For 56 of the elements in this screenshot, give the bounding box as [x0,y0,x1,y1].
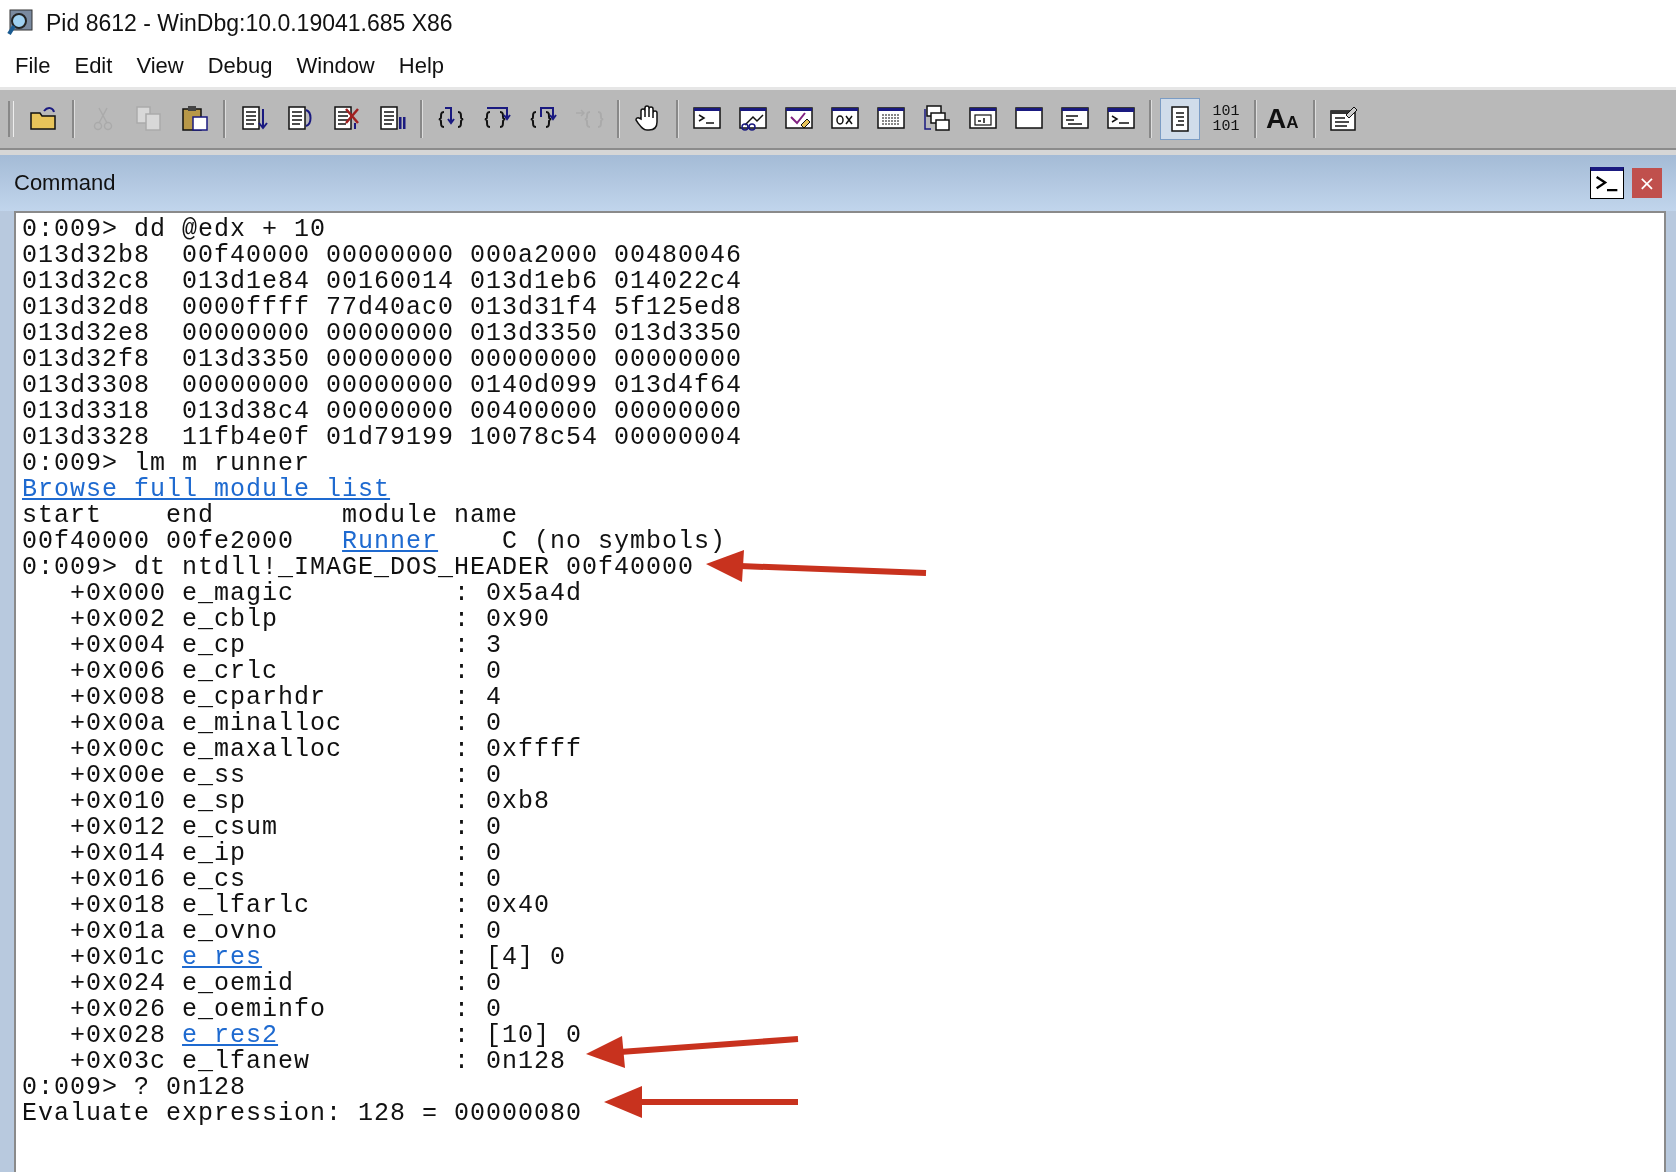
console-line: start end module name [22,503,519,529]
console-text: 00f40000 00fe2000 [22,529,295,555]
console-line: +0x012 e_csum : 0 [69,815,503,841]
menu-item[interactable]: File [6,51,60,81]
console-line: +0x00a e_minalloc : 0 [69,711,503,737]
console-line: +0x008 e_cparhdr : 4 [69,685,503,711]
console-line: +0x014 e_ip : 0 [69,841,503,867]
source-icon[interactable] [1160,98,1200,140]
console-line: 013d32c8 013d1e84 00160014 013d1eb6 014022c4 [22,269,743,295]
console-line: +0x002 e_cblp : 0x90 [69,607,551,633]
console-line: 013d32d8 0000ffff 77d40ac0 013d31f4 5f125ed8 [22,295,743,321]
console-line: +0x010 e_sp : 0xb8 [69,789,551,815]
console-line: +0x004 e_cp : 3 [69,633,503,659]
console-line: +0x00e e_ss : 0 [69,763,503,789]
console-line: 013d3328 11fb4e0f 01d79199 10078c54 00000004 [22,425,743,451]
menu-item[interactable]: Edit [65,51,122,81]
console-text: C (no symbols) [502,529,727,555]
console-link[interactable]: Runner [342,529,439,555]
font-button[interactable]: AA [1265,98,1305,140]
window-title: Pid 8612 - WinDbg:10.0.19041.685 X86 [46,9,453,37]
console-line: +0x01a e_ovno : 0 [69,919,503,945]
console-line: +0x016 e_cs : 0 [69,867,503,893]
panel-title: Command [14,170,117,196]
menu-item[interactable]: Window [287,51,384,81]
magnifier-icon [6,8,36,38]
console-text: +0x028 [69,1023,168,1049]
hex-button[interactable]: 101 101 [1206,98,1246,140]
console-line: 0:009> dd @edx + 10 [22,217,327,243]
console-line: 0:009> dt ntdll!_IMAGE_DOS_HEADER 00f40000 [22,555,695,581]
menu-item[interactable]: Debug [198,51,282,81]
console-text: : [10] 0 [453,1023,583,1049]
console-link[interactable]: e_res [182,945,263,971]
console-line: +0x00c e_maxalloc : 0xffff [69,737,583,763]
console-line: +0x018 e_lfarlc : 0x40 [69,893,551,919]
console-line: 013d32b8 00f40000 00000000 000a2000 00480046 [22,243,743,269]
command-prompt-icon[interactable] [1590,167,1624,199]
console-line: 0:009> ? 0n128 [22,1075,247,1101]
console-line: 013d3308 00000000 00000000 0140d099 013d4f64 [22,373,743,399]
console-line: Evaluate expression: 128 = 00000080 [22,1101,583,1127]
console-line: +0x006 e_crlc : 0 [69,659,503,685]
console-line: +0x026 e_oeminfo : 0 [69,997,503,1023]
console-line: 0:009> lm m runner [22,451,311,477]
console-line: 013d32e8 00000000 00000000 013d3350 013d3350 [22,321,743,347]
console-link[interactable]: e_res2 [182,1023,279,1049]
console-text: +0x01c [69,945,168,971]
console-line: 013d32f8 013d3350 00000000 00000000 00000000 [22,347,743,373]
console-link[interactable]: Browse full module list [22,477,391,503]
menu-item[interactable]: View [127,51,193,81]
console-line: 013d3318 013d38c4 00000000 00400000 00000000 [22,399,743,425]
toolbar-grip[interactable] [8,101,14,137]
menu-item[interactable]: Help [389,51,453,81]
console-line: +0x03c e_lfanew : 0n128 [69,1049,567,1075]
console-text: : [4] 0 [453,945,567,971]
console-line: +0x024 e_oemid : 0 [69,971,503,997]
close-button[interactable]: × [1632,168,1662,198]
console-line: +0x000 e_magic : 0x5a4d [69,581,583,607]
